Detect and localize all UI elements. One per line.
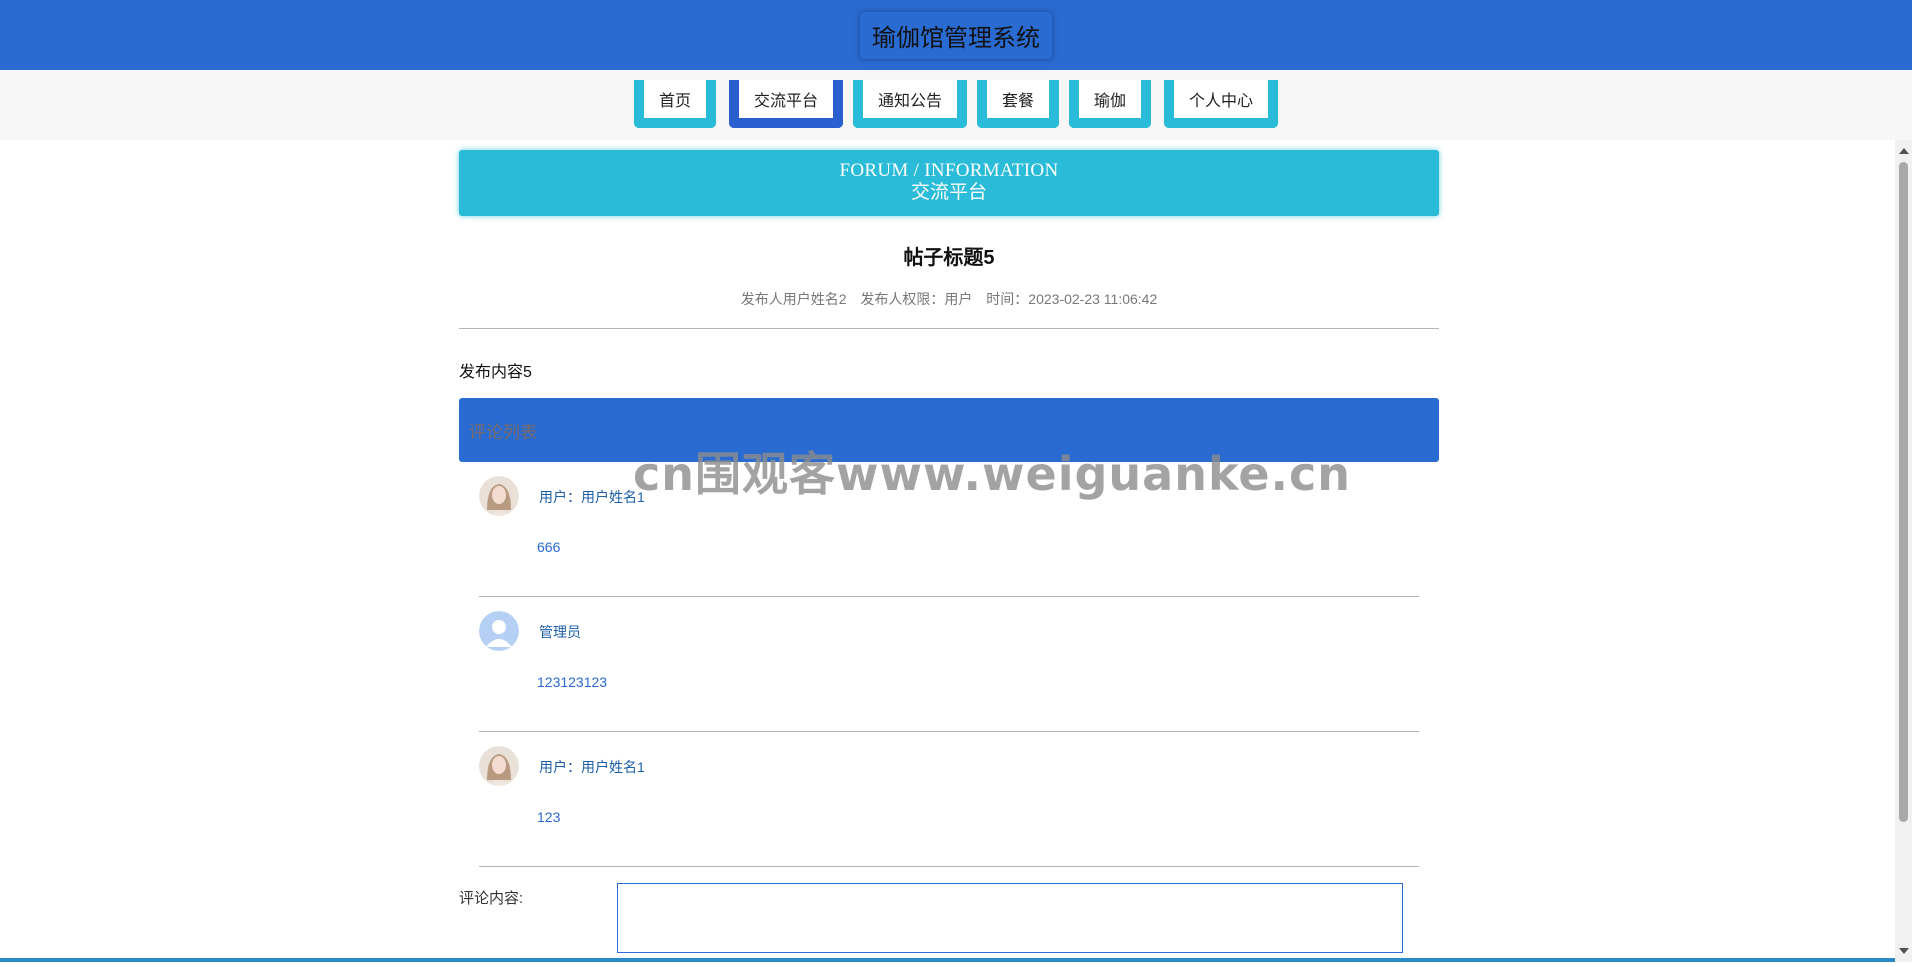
scroll-up-icon[interactable] <box>1899 148 1909 154</box>
user-photo-avatar <box>479 746 519 786</box>
section-title-en: FORUM / INFORMATION <box>839 160 1059 181</box>
top-header: 瑜伽馆管理系统 <box>0 0 1912 70</box>
comment-list: 用户：用户姓名1 666 管理员 123123123 用户：用户姓名1 123 <box>479 462 1419 867</box>
comment-list-header: 评论列表 <box>459 398 1439 462</box>
divider <box>459 328 1439 329</box>
comment-item: 管理员 123123123 <box>479 597 1419 732</box>
post-role: 发布人权限：用户 <box>860 291 973 307</box>
main-nav: 首页 交流平台 通知公告 套餐 瑜伽 个人中心 <box>0 70 1912 140</box>
default-user-icon <box>479 611 519 651</box>
page-scrollbar[interactable] <box>1895 140 1912 962</box>
nav-item-notice[interactable]: 通知公告 <box>853 80 967 128</box>
post-time: 时间：2023-02-23 11:06:42 <box>986 291 1158 307</box>
post-content: 发布内容5 <box>459 364 532 381</box>
main-content: FORUM / INFORMATION 交流平台 帖子标题5 发布人用户姓名2 … <box>459 150 1439 967</box>
nav-item-forum[interactable]: 交流平台 <box>729 80 843 128</box>
comment-item: 用户：用户姓名1 666 <box>479 462 1419 597</box>
nav-item-home[interactable]: 首页 <box>634 80 716 128</box>
nav-item-yoga[interactable]: 瑜伽 <box>1069 80 1151 128</box>
scroll-down-icon[interactable] <box>1899 948 1909 954</box>
comment-user: 用户：用户姓名1 <box>539 759 645 775</box>
scroll-thumb[interactable] <box>1899 162 1908 822</box>
site-title: 瑜伽馆管理系统 <box>860 11 1052 59</box>
user-photo-avatar <box>479 476 519 516</box>
comment-list-title: 评论列表 <box>469 422 537 442</box>
section-title-cn: 交流平台 <box>910 182 987 203</box>
comment-text: 123123123 <box>537 674 608 690</box>
section-banner: FORUM / INFORMATION 交流平台 <box>459 150 1439 216</box>
comment-form-label: 评论内容: <box>459 890 524 907</box>
comment-text: 666 <box>537 539 561 555</box>
nav-item-profile[interactable]: 个人中心 <box>1164 80 1278 128</box>
post-title: 帖子标题5 <box>903 247 995 269</box>
bottom-strip <box>0 958 1895 962</box>
comment-text: 123 <box>537 809 561 825</box>
post-meta: 发布人用户姓名2 发布人权限：用户 时间：2023-02-23 11:06:42 <box>459 289 1439 309</box>
comment-textarea[interactable] <box>617 883 1403 953</box>
comment-user: 管理员 <box>539 624 581 640</box>
nav-item-package[interactable]: 套餐 <box>977 80 1059 128</box>
comment-form: 评论内容: <box>459 883 1439 967</box>
comment-user: 用户：用户姓名1 <box>539 489 645 505</box>
post-author: 发布人用户姓名2 <box>740 291 847 307</box>
comment-item: 用户：用户姓名1 123 <box>479 732 1419 867</box>
